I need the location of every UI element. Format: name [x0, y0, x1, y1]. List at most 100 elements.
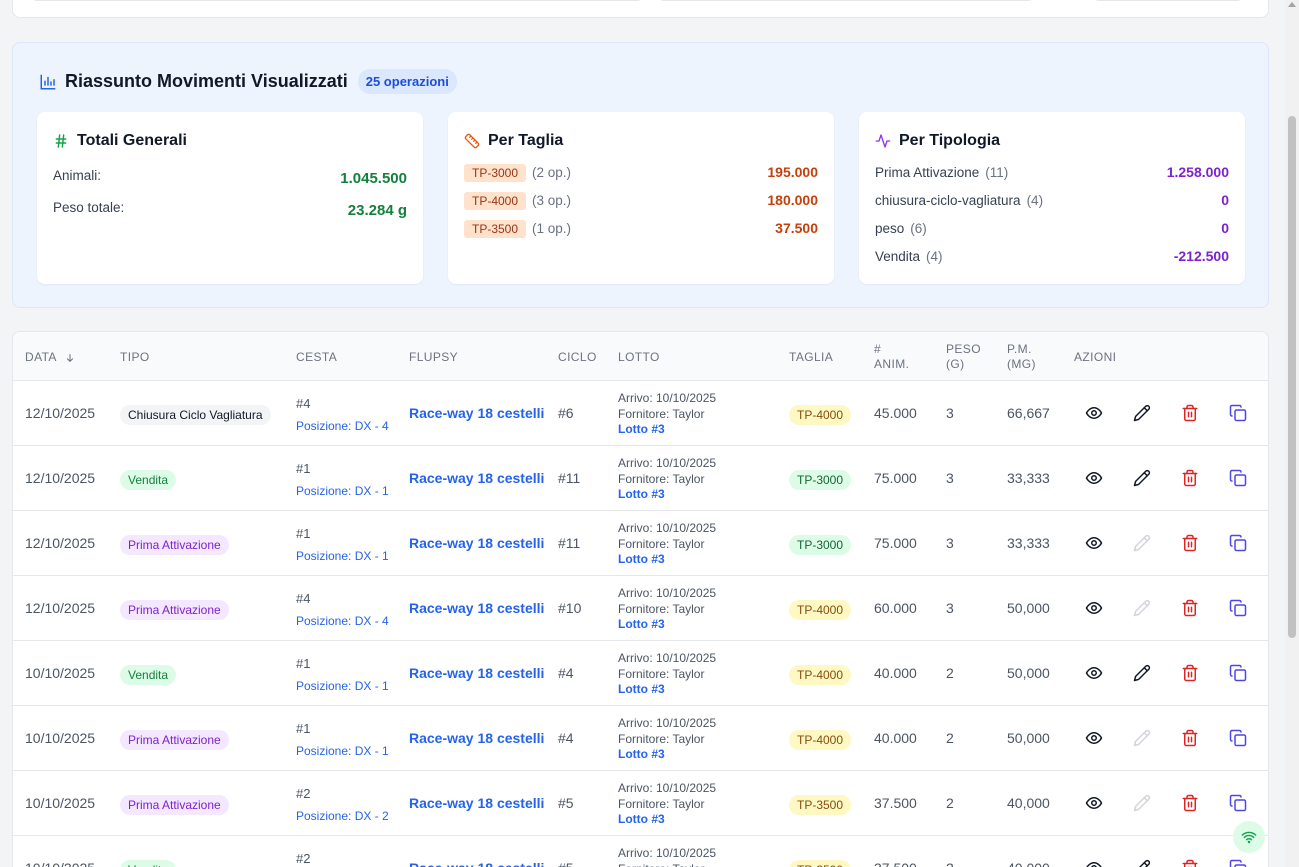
- col-flupsy-header: FLUPSY: [409, 350, 459, 364]
- lot-link[interactable]: Lotto #3: [618, 747, 665, 761]
- cell-lot-supplier: Fornitore: Taylor: [618, 407, 705, 421]
- size-card: Per Taglia TP-3000 (2 op.) 195.000 TP-400…: [448, 112, 834, 284]
- col-lotto-header: LOTTO: [618, 350, 660, 364]
- type-label: chiusura-ciclo-vagliatura: [875, 192, 1021, 208]
- pencil-icon[interactable]: [1133, 859, 1151, 867]
- copy-icon[interactable]: [1229, 534, 1247, 552]
- eye-icon[interactable]: [1085, 599, 1103, 617]
- col-pm-label-2: (MG): [1007, 357, 1036, 371]
- filter-input-left[interactable]: [31, 0, 643, 1]
- ruler-icon: [464, 133, 480, 149]
- eye-icon[interactable]: [1085, 729, 1103, 747]
- size-tag: TP-4000: [464, 191, 527, 210]
- cell-avg-weight: 33,333: [1007, 470, 1050, 486]
- type-row: Prima Attivazione (11) 1.258.000: [875, 164, 1229, 180]
- trash-icon[interactable]: [1181, 469, 1199, 487]
- cell-cycle: #10: [558, 600, 582, 616]
- col-peso-label-2: (G): [946, 357, 965, 371]
- flupsy-link[interactable]: Race-way 18 cestelli: [409, 665, 544, 681]
- col-cesta-header: CESTA: [296, 350, 338, 364]
- table-header: DATA TIPO CESTA FLUPSY CICLO LOTTO TAGLI…: [13, 332, 1268, 381]
- pencil-icon[interactable]: [1133, 664, 1151, 682]
- pencil-icon[interactable]: [1133, 404, 1151, 422]
- flupsy-link[interactable]: Race-way 18 cestelli: [409, 535, 544, 551]
- cell-lot-arrival: Arrivo: 10/10/2025: [618, 846, 717, 860]
- lot-link[interactable]: Lotto #3: [618, 812, 665, 826]
- type-count: (6): [910, 220, 927, 236]
- copy-icon[interactable]: [1229, 404, 1247, 422]
- cell-animals: 60.000: [874, 600, 917, 616]
- type-label: Prima Attivazione: [875, 164, 980, 180]
- eye-icon[interactable]: [1085, 404, 1103, 422]
- page-scrollbar[interactable]: [1285, 0, 1299, 867]
- flupsy-link[interactable]: Race-way 18 cestelli: [409, 730, 544, 746]
- type-card-title: Per Tipologia: [875, 132, 1000, 150]
- pencil-icon[interactable]: [1133, 469, 1151, 487]
- cell-animals: 37.500: [874, 795, 917, 811]
- eye-icon[interactable]: [1085, 469, 1103, 487]
- lot-link[interactable]: Lotto #3: [618, 617, 665, 631]
- type-badge: Prima Attivazione: [120, 795, 229, 815]
- size-tag: TP-3000: [464, 163, 527, 182]
- copy-icon[interactable]: [1229, 794, 1247, 812]
- size-badge: TP-4000: [789, 405, 852, 425]
- filter-input-right[interactable]: [658, 0, 1034, 1]
- flupsy-link[interactable]: Race-way 18 cestelli: [409, 470, 544, 486]
- cell-cycle: #4: [558, 665, 574, 681]
- flupsy-link[interactable]: Race-way 18 cestelli: [409, 405, 544, 421]
- cell-data: 12/10/2025: [25, 405, 96, 421]
- cell-weight: 3: [946, 470, 954, 486]
- size-row: TP-4000 (3 op.) 180.000: [464, 191, 818, 210]
- connection-status[interactable]: [1233, 821, 1265, 853]
- copy-icon[interactable]: [1229, 469, 1247, 487]
- cell-lot-arrival: Arrivo: 10/10/2025: [618, 391, 717, 405]
- cell-lot-arrival: Arrivo: 10/10/2025: [618, 651, 717, 665]
- lot-link[interactable]: Lotto #3: [618, 487, 665, 501]
- eye-icon[interactable]: [1085, 534, 1103, 552]
- eye-icon[interactable]: [1085, 664, 1103, 682]
- scrollbar-thumb[interactable]: [1288, 116, 1296, 638]
- cell-lot-arrival: Arrivo: 10/10/2025: [618, 456, 717, 470]
- col-anim-label-2: ANIM.: [874, 357, 910, 371]
- lot-link[interactable]: Lotto #3: [618, 552, 665, 566]
- type-card: Per Tipologia Prima Attivazione (11) 1.25…: [859, 112, 1245, 284]
- table-row: 12/10/2025 Prima Attivazione #4 Posizion…: [13, 576, 1268, 641]
- copy-icon[interactable]: [1229, 859, 1247, 867]
- filter-input-extra[interactable]: [1093, 0, 1243, 1]
- type-title-text: Per Tipologia: [899, 132, 1001, 149]
- type-value: 0: [1221, 192, 1229, 208]
- activity-icon: [875, 134, 891, 148]
- cell-lot-arrival: Arrivo: 10/10/2025: [618, 716, 717, 730]
- flupsy-link[interactable]: Race-way 18 cestelli: [409, 795, 544, 811]
- flupsy-link[interactable]: Race-way 18 cestelli: [409, 860, 544, 867]
- flupsy-link[interactable]: Race-way 18 cestelli: [409, 600, 544, 616]
- eye-icon[interactable]: [1085, 794, 1103, 812]
- scroll-up-arrow[interactable]: [1288, 2, 1296, 7]
- trash-icon[interactable]: [1181, 794, 1199, 812]
- pencil-icon: [1133, 599, 1151, 617]
- type-value: -212.500: [1173, 248, 1229, 264]
- trash-icon[interactable]: [1181, 729, 1199, 747]
- cell-data: 12/10/2025: [25, 470, 96, 486]
- cell-avg-weight: 50,000: [1007, 665, 1050, 681]
- lot-link[interactable]: Lotto #3: [618, 682, 665, 696]
- copy-icon[interactable]: [1229, 599, 1247, 617]
- copy-icon[interactable]: [1229, 729, 1247, 747]
- trash-icon[interactable]: [1181, 599, 1199, 617]
- col-data-header[interactable]: DATA: [25, 350, 75, 365]
- cell-cycle: #6: [558, 405, 574, 421]
- cell-avg-weight: 50,000: [1007, 730, 1050, 746]
- trash-icon[interactable]: [1181, 534, 1199, 552]
- trash-icon[interactable]: [1181, 664, 1199, 682]
- lot-link[interactable]: Lotto #3: [618, 422, 665, 436]
- copy-icon[interactable]: [1229, 664, 1247, 682]
- weight-value: 23.284 g: [347, 202, 407, 219]
- trash-icon[interactable]: [1181, 404, 1199, 422]
- trash-icon[interactable]: [1181, 859, 1199, 867]
- cell-lot-supplier: Fornitore: Taylor: [618, 602, 705, 616]
- eye-icon[interactable]: [1085, 859, 1103, 867]
- cell-basket-position: Posizione: DX - 1: [296, 744, 389, 758]
- animals-value: 1.045.500: [340, 170, 407, 187]
- cell-weight: 3: [946, 535, 954, 551]
- cell-basket-number: #1: [296, 656, 311, 671]
